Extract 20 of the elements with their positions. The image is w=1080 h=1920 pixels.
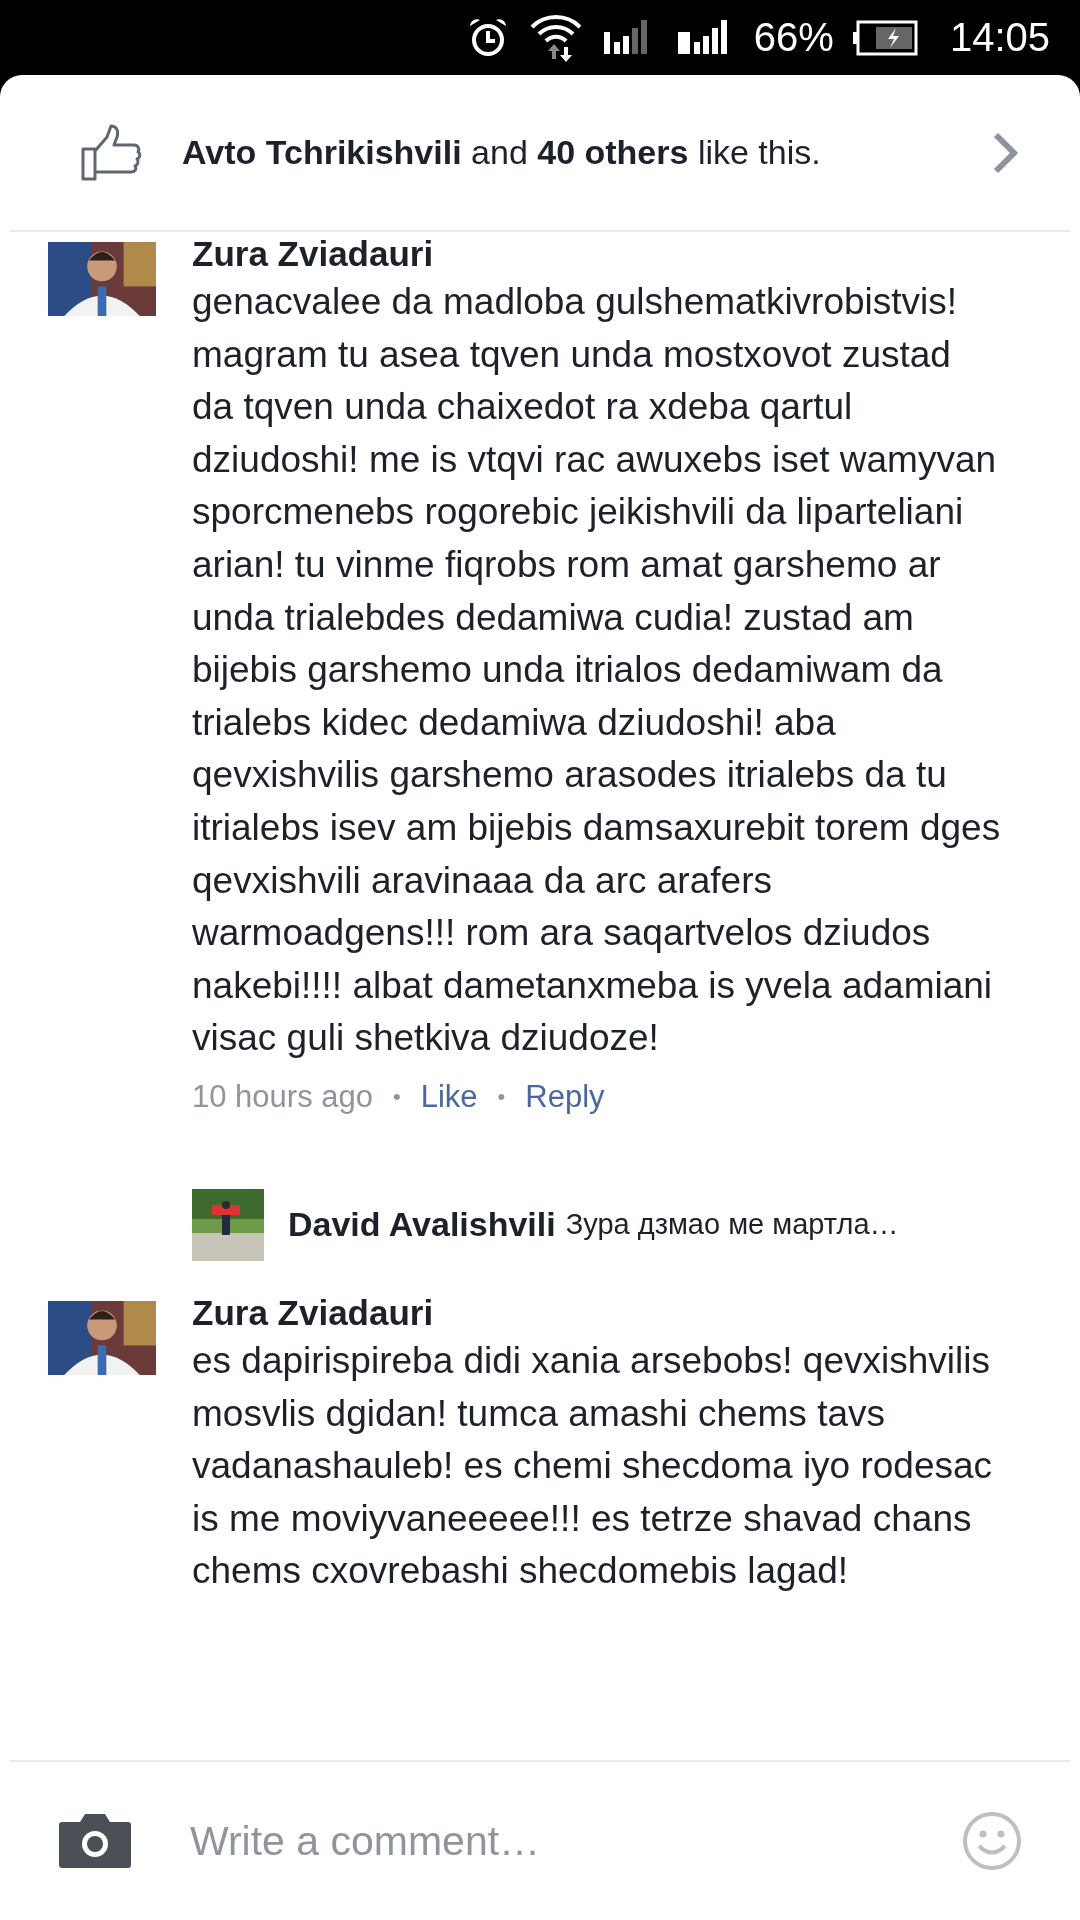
comment-input-field[interactable]: Write a comment…: [188, 1816, 906, 1866]
reply-preview[interactable]: Зура дзмао ме мартла…: [565, 1208, 899, 1242]
separator-dot: •: [393, 1083, 401, 1110]
battery-charging-icon: [851, 19, 918, 56]
battery-percent: 66%: [753, 15, 834, 60]
comment-author[interactable]: Zura Zviadauri: [192, 1290, 1002, 1335]
chevron-right-icon[interactable]: [992, 130, 1020, 175]
comment-time: 10 hours ago: [192, 1078, 373, 1115]
comment-author[interactable]: Zura Zviadauri: [192, 232, 1002, 276]
comment-text: es dapirispireba didi xania arsebobs! qevxishvilis mosvlis dgidan! tumca amashi chems tavs vadanashauleb! es chemi shecdoma iyo rodesac is me moviyvaneeeee!!! es tetrze shavad chans chems cxovrebashi shecdomebis lagad!: [192, 1338, 994, 1594]
likes-summary[interactable]: Avto Tchrikishvili and 40 others like this.: [182, 133, 952, 172]
comment-text: genacvalee da madloba gulshematkivrobistvis! magram tu asea tqven unda mostxovot zustad da tqven unda chaixedot ra xdeba qartul dziudoshi! me is vtqvi rac awuxebs iset wamyvan sporcmenebs rogorebic jeikishvili da liparteliani arian! tu vinme fiqrobs rom amat garshemo ar unda trialebdes dedamiwa cudia! zustad am bijebis garshemo unda itrialos dedamiwam da trialebs kidec dedamiwa dziudoshi! aba qevxishvilis garshemo arasodes itrialebs da tu itrialebs isev am bijebis damsaxurebit torem dges qevxishvili aravinaaa da arc arafers warmoadgens!!! rom ara saqartvelos dziudos nakebi!!!! albat dametanxmeba is yvela adamiani visac guli shetkiva dziudoze!: [192, 280, 1002, 1061]
comment-action-link[interactable]: Reply: [525, 1078, 605, 1115]
thumbs-up-icon: [80, 123, 142, 182]
clock: 14:05: [949, 15, 1050, 60]
smiley-icon[interactable]: [962, 1811, 1022, 1871]
separator-dot: •: [497, 1083, 506, 1110]
reply-author[interactable]: David Avalishvili: [288, 1205, 556, 1245]
comment-action-link[interactable]: Like: [420, 1078, 478, 1115]
camera-icon[interactable]: [58, 1812, 132, 1870]
